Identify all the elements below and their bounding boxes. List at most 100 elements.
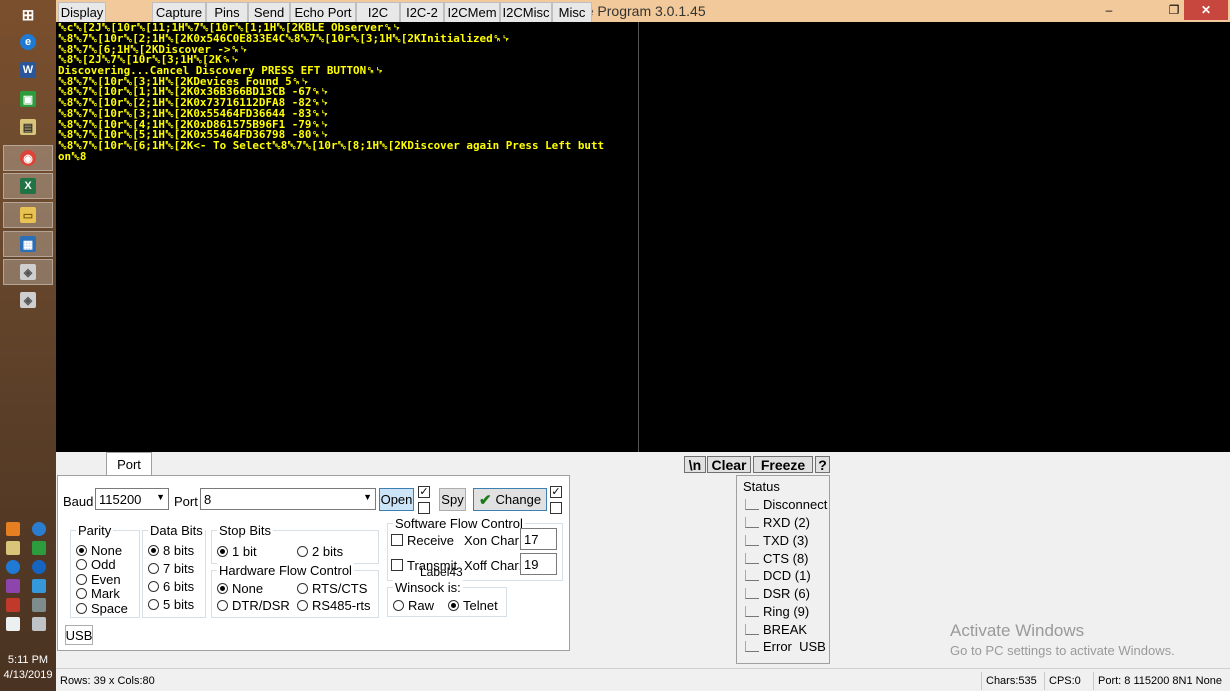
hw-flow-dtrdsr-radio[interactable]: DTR/DSR	[217, 598, 290, 613]
clock-time[interactable]: 5:11 PM	[0, 654, 56, 666]
parity-title: Parity	[76, 523, 114, 538]
parity-space-radio[interactable]: Space	[76, 601, 128, 616]
baud-select[interactable]: 115200 ▼	[95, 488, 169, 510]
port-panel: Baud 115200 ▼ Port 8 ▼ Open ✓ Spy ✔ Chan…	[57, 475, 570, 651]
minimize-button[interactable]: –	[1086, 0, 1132, 20]
change-checkbox-2[interactable]	[550, 502, 562, 514]
help-button[interactable]: ?	[815, 456, 830, 473]
clear-button[interactable]: Clear	[707, 456, 751, 473]
radio-label: Even	[91, 572, 121, 587]
winsock-telnet-radio[interactable]: Telnet	[448, 598, 498, 613]
tray-tool-icon[interactable]	[6, 579, 20, 593]
winsock-raw-radio[interactable]: Raw	[393, 598, 434, 613]
network-icon[interactable]	[6, 598, 20, 612]
cube-icon[interactable]: ◈	[3, 259, 53, 285]
stop-bits-1-radio[interactable]: 1 bit	[217, 544, 257, 559]
receive-checkbox[interactable]	[391, 534, 403, 546]
tab-i2c-2[interactable]: I2C-2	[400, 2, 444, 22]
tray-app-icon[interactable]	[6, 522, 20, 536]
terminal-right-area[interactable]	[639, 22, 1230, 452]
change-button[interactable]: ✔ Change	[473, 488, 547, 511]
parity-group: Parity None Odd Even Mark Space	[70, 523, 140, 618]
stop-bits-2-radio[interactable]: 2 bits	[297, 544, 343, 559]
file-explorer-icon[interactable]: ▭	[3, 202, 53, 228]
data-bits-7-radio[interactable]: 7 bits	[148, 561, 194, 576]
open-checkbox-2[interactable]	[418, 502, 430, 514]
tray-misc-icon[interactable]	[31, 598, 46, 612]
data-bits-8-radio[interactable]: 8 bits	[148, 543, 194, 558]
transmit-checkbox[interactable]	[391, 559, 403, 571]
excel-icon[interactable]: X	[3, 173, 53, 199]
software-flow-title: Software Flow Control	[393, 516, 525, 531]
status-led	[745, 588, 759, 599]
tab-misc[interactable]: Misc	[552, 2, 592, 22]
hardware-flow-title: Hardware Flow Control	[217, 563, 354, 578]
change-checkbox[interactable]: ✓	[550, 486, 562, 498]
tab-i2c[interactable]: I2C	[356, 2, 400, 22]
radio-dot	[297, 600, 308, 611]
rows-cols-readout: Rows: 39 x Cols:80	[60, 675, 155, 687]
spy-button[interactable]: Spy	[439, 488, 466, 511]
port-select[interactable]: 8 ▼	[200, 488, 376, 510]
shield-icon[interactable]	[31, 541, 46, 555]
status-label: Ring (9)	[763, 604, 810, 619]
app-icon[interactable]: ▤	[3, 114, 53, 140]
radio-label: DTR/DSR	[232, 598, 290, 613]
clock-date[interactable]: 4/13/2019	[0, 669, 56, 681]
action-center-icon[interactable]	[31, 617, 46, 631]
open-button[interactable]: Open	[379, 488, 414, 511]
close-button[interactable]: ✕	[1184, 0, 1228, 20]
realterm-icon[interactable]: ▦	[3, 231, 53, 257]
data-bits-6-radio[interactable]: 6 bits	[148, 579, 194, 594]
tab-capture[interactable]: Capture	[152, 2, 206, 22]
cube-icon-2[interactable]: ◈	[3, 287, 53, 313]
teamviewer-icon[interactable]	[6, 560, 20, 574]
tab-i2cmisc[interactable]: I2CMisc	[500, 2, 552, 22]
status-led	[745, 606, 759, 617]
tab-display[interactable]: Display	[58, 2, 106, 22]
parity-none-radio[interactable]: None	[76, 543, 122, 558]
hardware-flow-group: Hardware Flow Control None RTS/CTS DTR/D…	[211, 563, 379, 618]
chrome-icon[interactable]: ◉	[3, 145, 53, 171]
status-ring: Ring (9)	[745, 604, 809, 619]
volume-icon[interactable]	[6, 617, 20, 631]
hw-flow-rs485-radio[interactable]: RS485-rts	[297, 598, 371, 613]
tray-folder-icon[interactable]	[6, 541, 20, 555]
internet-explorer-icon[interactable]: e	[3, 29, 53, 55]
xoff-char-input[interactable]: 19	[520, 553, 557, 575]
tab-pins[interactable]: Pins	[206, 2, 248, 22]
tab-send[interactable]: Send	[248, 2, 290, 22]
parity-odd-radio[interactable]: Odd	[76, 557, 116, 572]
wifi-icon[interactable]	[31, 522, 46, 536]
xon-char-input[interactable]: 17	[520, 528, 557, 550]
windows-start-icon[interactable]: ⊞	[3, 2, 53, 28]
word-icon[interactable]: W	[3, 57, 53, 83]
cps-readout: CPS:0	[1044, 672, 1090, 690]
parity-mark-radio[interactable]: Mark	[76, 586, 120, 601]
tab-port[interactable]: Port	[106, 452, 152, 475]
store-icon[interactable]: ▣	[3, 86, 53, 112]
open-checkbox[interactable]: ✓	[418, 486, 430, 498]
port-info-readout: Port: 8 115200 8N1 None	[1093, 672, 1227, 690]
data-bits-5-radio[interactable]: 5 bits	[148, 597, 194, 612]
terminal-display[interactable]: ␛c␛[2J␛[10r␛[11;1H␛7␛[10r␛[1;1H␛[2KBLE O…	[56, 22, 638, 452]
terminal-line: ␛8␛7␛[10r␛[6;1H␛[2K<- To Select␛8␛7␛[10r…	[58, 139, 605, 152]
activate-windows-title: Activate Windows	[950, 621, 1085, 640]
battery-icon[interactable]	[31, 579, 46, 593]
status-panel: Status Disconnect RXD (2) TXD (3) CTS (8…	[736, 475, 830, 664]
newline-button[interactable]: \n	[684, 456, 706, 473]
tab-echo-port[interactable]: Echo Port	[290, 2, 356, 22]
status-disconnect[interactable]: Disconnect	[745, 497, 827, 512]
xoff-label: Xoff Char:	[464, 558, 523, 573]
bluetooth-icon[interactable]	[31, 560, 46, 574]
status-label: TXD (3)	[763, 533, 809, 548]
radio-label: 2 bits	[312, 544, 344, 559]
hw-flow-none-radio[interactable]: None	[217, 581, 263, 596]
freeze-button[interactable]: Freeze	[753, 456, 813, 473]
hw-flow-rtscts-radio[interactable]: RTS/CTS	[297, 581, 367, 596]
usb-button[interactable]: USB	[65, 625, 93, 645]
tab-i2cmem[interactable]: I2CMem	[444, 2, 500, 22]
parity-even-radio[interactable]: Even	[76, 572, 121, 587]
status-label: Error USB	[763, 639, 826, 654]
radio-dot	[148, 545, 159, 556]
